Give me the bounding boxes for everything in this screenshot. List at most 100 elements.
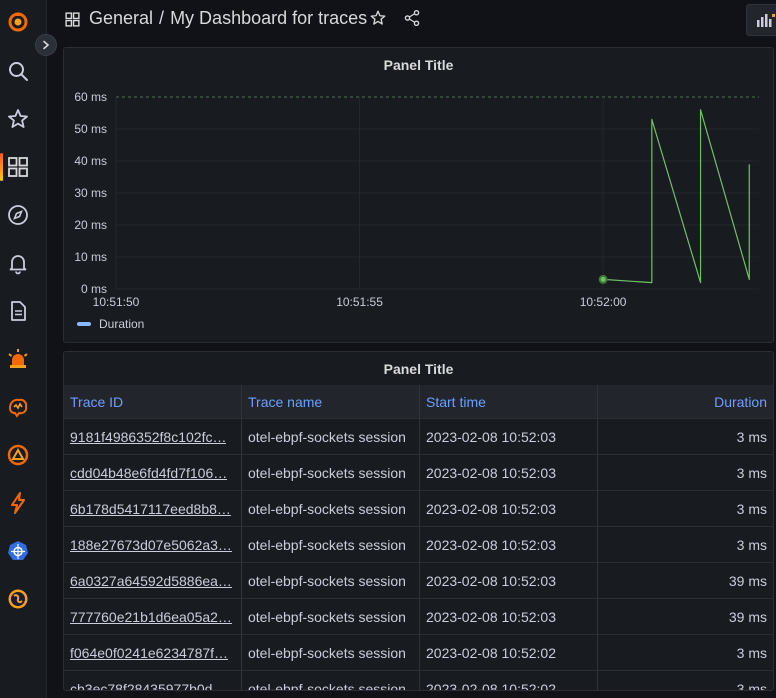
trace-id-link[interactable]: 188e27673d07e5062a3… [70, 537, 232, 553]
legend-label[interactable]: Duration [99, 317, 144, 331]
timeseries-panel[interactable]: Panel Title 0 ms 10 ms 20 ms 30 ms 40 ms 50 m… [63, 47, 774, 343]
share-icon [404, 9, 420, 27]
breadcrumb: General / My Dashboard for traces [89, 8, 367, 29]
search-icon[interactable] [6, 59, 30, 83]
trace-id-cell: 6b178d5417117eed8b8… [64, 491, 242, 526]
trace-id-link[interactable]: f064e0f0241e6234787f… [70, 645, 228, 661]
panel-title[interactable]: Panel Title [64, 361, 773, 377]
legend: Duration [77, 317, 144, 331]
x-tick-label: 10:51:50 [93, 295, 140, 309]
y-tick-label: 40 ms [74, 154, 107, 168]
traces-table: Trace ID Trace name Start time Duration … [64, 385, 773, 691]
share-dashboard-button[interactable] [403, 9, 421, 32]
trace-name-cell: otel-ebpf-sockets session [242, 419, 420, 454]
y-tick-label: 30 ms [74, 186, 107, 200]
lightning-icon[interactable] [6, 491, 30, 515]
trace-id-link[interactable]: 6b178d5417117eed8b8… [70, 501, 231, 517]
table-header: Trace ID Trace name Start time Duration [64, 385, 773, 418]
table-row[interactable]: 777760e21b1d6ea05a2… otel-ebpf-sockets se… [64, 598, 773, 634]
grafana-logo[interactable] [6, 10, 30, 34]
duration-cell: 3 ms [736, 536, 767, 553]
sidebar [0, 0, 47, 698]
trace-id-link[interactable]: cb3ec78f28435977b0d… [70, 681, 226, 691]
trace-name-cell: otel-ebpf-sockets session [242, 599, 420, 634]
bell-icon[interactable] [6, 251, 30, 275]
duration-cell: 39 ms [728, 572, 767, 589]
expand-sidebar-button[interactable] [35, 34, 57, 56]
star-icon [370, 10, 386, 25]
data-point [598, 274, 608, 284]
kubernetes-icon[interactable] [6, 539, 30, 563]
circle-triangle-icon[interactable] [6, 443, 30, 467]
column-header-trace-id[interactable]: Trace ID [64, 385, 242, 418]
trace-name-cell: otel-ebpf-sockets session [242, 527, 420, 562]
x-tick-label: 10:52:00 [580, 295, 627, 309]
compass-icon[interactable] [6, 203, 30, 227]
chevron-right-icon [43, 40, 50, 50]
trace-name-cell: otel-ebpf-sockets session [242, 563, 420, 598]
trace-name-cell: otel-ebpf-sockets session [242, 671, 420, 690]
x-tick-label: 10:51:55 [336, 295, 383, 309]
trace-id-cell: 188e27673d07e5062a3… [64, 527, 242, 562]
trace-id-cell: cb3ec78f28435977b0d… [64, 671, 242, 691]
trace-id-link[interactable]: cdd04b48e6fd4fd7f106… [70, 465, 227, 481]
table-body: 9181f4986352f8c102fc… otel-ebpf-sockets s… [64, 418, 773, 691]
trace-id-link[interactable]: 9181f4986352f8c102fc… [70, 429, 226, 445]
start-time-cell: 2023-02-08 10:52:03 [420, 599, 598, 634]
y-tick-label: 20 ms [74, 218, 107, 232]
start-time-cell: 2023-02-08 10:52:02 [420, 635, 598, 670]
table-row[interactable]: 188e27673d07e5062a3… otel-ebpf-sockets se… [64, 526, 773, 562]
dashboards-grid-icon[interactable] [6, 155, 30, 179]
column-header-duration[interactable]: Duration [598, 385, 773, 418]
y-tick-label: 60 ms [74, 90, 107, 104]
duration-cell: 3 ms [736, 680, 767, 691]
timeseries-chart[interactable]: 0 ms 10 ms 20 ms 30 ms 40 ms 50 ms 60 ms 10:51:… [64, 48, 773, 318]
y-tick-label: 50 ms [74, 122, 107, 136]
trace-id-cell: cdd04b48e6fd4fd7f106… [64, 455, 242, 490]
add-panel-icon [757, 14, 775, 27]
start-time-cell: 2023-02-08 10:52:03 [420, 527, 598, 562]
start-time-cell: 2023-02-08 10:52:03 [420, 563, 598, 598]
star-icon[interactable] [6, 107, 30, 131]
document-icon[interactable] [6, 299, 30, 323]
start-time-cell: 2023-02-08 10:52:03 [420, 455, 598, 490]
trace-name-cell: otel-ebpf-sockets session [242, 455, 420, 490]
add-panel-button[interactable] [746, 4, 776, 36]
table-row[interactable]: cdd04b48e6fd4fd7f106… otel-ebpf-sockets s… [64, 454, 773, 490]
duration-cell: 3 ms [736, 644, 767, 661]
breadcrumb-separator: / [159, 8, 165, 28]
start-time-cell: 2023-02-08 10:52:02 [420, 671, 598, 690]
trace-id-cell: f064e0f0241e6234787f… [64, 635, 242, 670]
table-row[interactable]: 6a0327a64592d5886ea… otel-ebpf-sockets se… [64, 562, 773, 598]
column-header-trace-name[interactable]: Trace name [242, 385, 420, 418]
y-tick-label: 0 ms [81, 282, 107, 296]
dashboard-title[interactable]: My Dashboard for traces [170, 8, 367, 28]
start-time-cell: 2023-02-08 10:52:03 [420, 491, 598, 526]
table-row[interactable]: 6b178d5417117eed8b8… otel-ebpf-sockets se… [64, 490, 773, 526]
trace-id-cell: 6a0327a64592d5886ea… [64, 563, 242, 598]
globe-icon[interactable] [6, 587, 30, 611]
y-tick-label: 10 ms [74, 250, 107, 264]
topbar: General / My Dashboard for traces [47, 0, 776, 40]
breadcrumb-folder[interactable]: General [89, 8, 153, 28]
duration-cell: 39 ms [728, 608, 767, 625]
table-row[interactable]: f064e0f0241e6234787f… otel-ebpf-sockets s… [64, 634, 773, 670]
table-panel[interactable]: Panel Title Trace ID Trace name Start ti… [63, 351, 774, 691]
duration-cell: 3 ms [736, 500, 767, 517]
trace-id-link[interactable]: 6a0327a64592d5886ea… [70, 573, 232, 589]
siren-icon[interactable] [6, 347, 30, 371]
trace-name-cell: otel-ebpf-sockets session [242, 635, 420, 670]
trace-id-cell: 777760e21b1d6ea05a2… [64, 599, 242, 634]
trace-id-cell: 9181f4986352f8c102fc… [64, 419, 242, 454]
table-row[interactable]: cb3ec78f28435977b0d… otel-ebpf-sockets se… [64, 670, 773, 691]
trace-name-cell: otel-ebpf-sockets session [242, 491, 420, 526]
table-row[interactable]: 9181f4986352f8c102fc… otel-ebpf-sockets s… [64, 418, 773, 454]
duration-cell: 3 ms [736, 428, 767, 445]
brain-icon[interactable] [6, 395, 30, 419]
star-dashboard-button[interactable] [369, 9, 387, 32]
trace-id-link[interactable]: 777760e21b1d6ea05a2… [70, 609, 232, 625]
legend-swatch [77, 322, 91, 326]
dashboards-grid-icon [64, 11, 81, 33]
column-header-start-time[interactable]: Start time [420, 385, 598, 418]
active-indicator [0, 153, 3, 181]
